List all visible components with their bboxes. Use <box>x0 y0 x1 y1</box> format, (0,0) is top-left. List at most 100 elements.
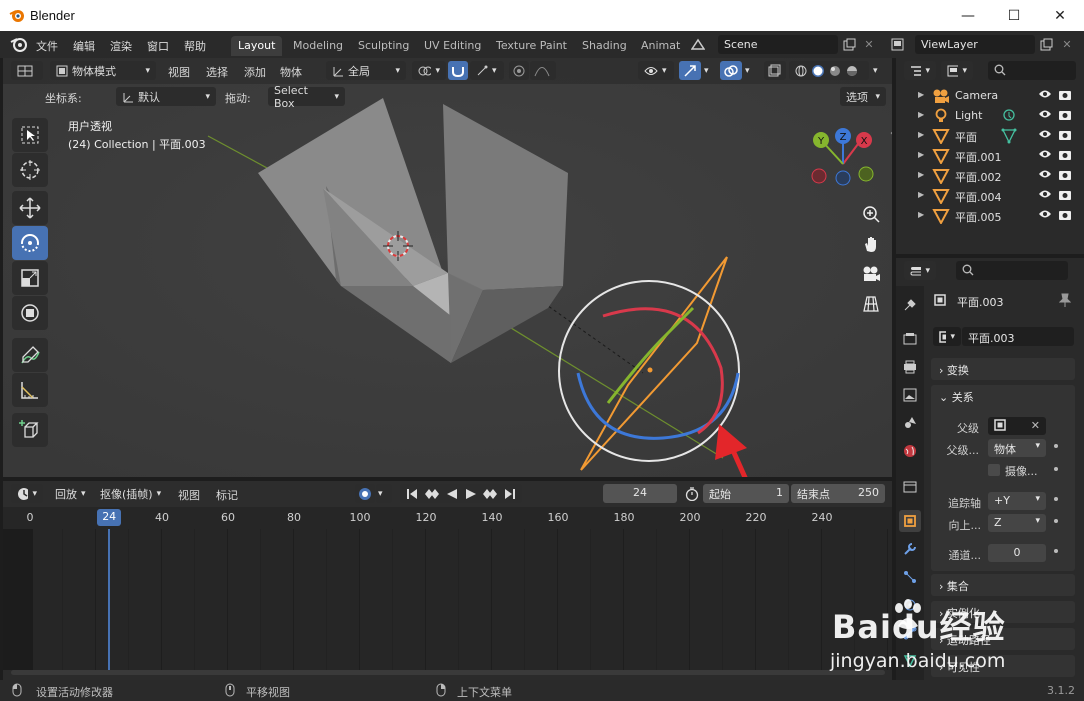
eye-icon[interactable] <box>1038 189 1052 202</box>
scene-icon[interactable] <box>689 35 707 53</box>
keyframe-dot[interactable] <box>1054 467 1058 471</box>
viewport-menu-view[interactable]: 视图 <box>168 64 190 80</box>
rotate-tool[interactable] <box>12 226 48 260</box>
object-tab[interactable] <box>899 510 921 532</box>
outliner-item-camera[interactable]: ▶ Camera <box>896 86 1084 106</box>
collections-panel-header[interactable]: › 集合 <box>939 578 969 594</box>
gizmo-toggle[interactable] <box>679 61 701 80</box>
expand-arrow-icon[interactable]: ▶ <box>918 110 924 119</box>
remove-scene-icon[interactable]: ✕ <box>860 35 878 53</box>
gizmo-neg-y[interactable] <box>858 166 874 182</box>
outliner-item-plane-005[interactable]: ▶ 平面.005 <box>896 206 1084 226</box>
select-box-tool[interactable] <box>12 118 48 152</box>
timeline-menu-marker[interactable]: 标记 <box>216 487 238 503</box>
pass-index-field[interactable]: 0 <box>988 544 1046 562</box>
render-camera-icon[interactable] <box>1058 129 1072 144</box>
expand-arrow-icon[interactable]: ▶ <box>918 170 924 179</box>
up-axis-select[interactable]: Z ▾ <box>988 514 1046 532</box>
gizmo-options[interactable]: ▾ <box>702 61 716 80</box>
properties-search-input[interactable] <box>956 261 1068 280</box>
tab-sculpting[interactable]: Sculpting <box>351 36 416 56</box>
expand-arrow-icon[interactable]: ▶ <box>918 150 924 159</box>
clear-parent-icon[interactable]: ✕ <box>1031 419 1040 432</box>
outliner-item-plane-001[interactable]: ▶ 平面.001 <box>896 146 1084 166</box>
parent-type-select[interactable]: 物体 ▾ <box>988 439 1046 457</box>
render-camera-icon[interactable] <box>1058 89 1072 104</box>
expand-arrow-icon[interactable]: ▶ <box>918 90 924 99</box>
play-reverse-icon[interactable] <box>446 488 458 500</box>
parent-field[interactable]: ✕ <box>988 417 1046 435</box>
tab-uv-editing[interactable]: UV Editing <box>417 36 488 56</box>
3d-viewport[interactable]: 物体模式 ▾ 视图 选择 添加 物体 全局 ▾ ▾ ▾ ▾ ▾ ▾ ▾ 坐标系:… <box>3 58 892 477</box>
visibility-select[interactable]: ▾ <box>638 61 674 80</box>
measure-tool[interactable] <box>12 373 48 407</box>
scene-tab[interactable] <box>899 412 921 434</box>
overlay-options[interactable]: ▾ <box>743 61 757 80</box>
keyframe-dot[interactable] <box>1054 497 1058 501</box>
transform-tool[interactable] <box>12 296 48 330</box>
options-dropdown[interactable]: 选项 ▾ <box>840 87 886 106</box>
eye-icon[interactable] <box>1038 89 1052 102</box>
outliner-item-plane-004[interactable]: ▶ 平面.004 <box>896 186 1084 206</box>
outliner-editor-type[interactable]: ▾ <box>904 61 936 80</box>
world-tab[interactable] <box>899 440 921 462</box>
jump-end-icon[interactable] <box>504 488 516 500</box>
shading-mode-group[interactable] <box>789 61 869 80</box>
start-frame-field[interactable]: 起始 1 <box>703 484 789 503</box>
add-cube-tool[interactable] <box>12 413 48 447</box>
playhead-line[interactable] <box>108 529 111 670</box>
track-axis-select[interactable]: +Y ▾ <box>988 492 1046 510</box>
falloff-select[interactable] <box>530 61 556 80</box>
timeline-body[interactable] <box>3 529 892 670</box>
play-icon[interactable] <box>465 488 477 500</box>
render-camera-icon[interactable] <box>1058 209 1072 224</box>
tab-layout[interactable]: Layout <box>231 36 283 56</box>
collection-tab[interactable] <box>899 476 921 498</box>
overlay-toggle[interactable] <box>720 61 742 80</box>
render-camera-icon[interactable] <box>1058 109 1072 124</box>
playback-menu[interactable]: 回放 ▾ <box>49 484 93 503</box>
keyframe-dot[interactable] <box>1054 444 1058 448</box>
prev-keyframe-icon[interactable] <box>424 488 439 500</box>
pan-button[interactable] <box>858 231 884 257</box>
render-tab[interactable] <box>899 328 921 350</box>
output-tab[interactable] <box>899 356 921 378</box>
timeline-ruler[interactable]: 0 40 60 80 100 120 140 160 180 200 220 240 24 <box>3 507 892 529</box>
coord-system-select[interactable]: 默认 ▾ <box>116 87 216 106</box>
end-frame-field[interactable]: 结束点 250 <box>791 484 885 503</box>
new-scene-icon[interactable] <box>840 35 858 53</box>
navigation-gizmo[interactable]: Y Z X <box>805 124 885 204</box>
timeline-editor-type[interactable]: ▾ <box>11 484 43 503</box>
scale-tool[interactable] <box>12 261 48 295</box>
viewport-menu-object[interactable]: 物体 <box>280 64 302 80</box>
keyframe-dot[interactable] <box>1054 519 1058 523</box>
display-mode-select[interactable]: ▾ <box>941 61 973 80</box>
menu-window[interactable]: 窗口 <box>147 38 169 54</box>
close-button[interactable]: ✕ <box>1037 0 1083 31</box>
tab-shading[interactable]: Shading <box>575 36 634 56</box>
timeline-menu-view[interactable]: 视图 <box>178 487 200 503</box>
tab-texture-paint[interactable]: Texture Paint <box>489 36 574 56</box>
gizmo-neg-z[interactable] <box>835 170 851 186</box>
shading-options[interactable]: ▾ <box>871 61 887 80</box>
outliner-item-light[interactable]: ▶ Light <box>896 106 1084 126</box>
transform-panel-header[interactable]: › 变换 <box>939 362 969 378</box>
menu-edit[interactable]: 编辑 <box>73 38 95 54</box>
relations-panel[interactable]: ⌄ 关系 父级 ✕ 父级... 物体 ▾ 摄像... 追踪轴 +Y ▾ 向上..… <box>931 385 1075 571</box>
particles-tab[interactable] <box>899 566 921 588</box>
outliner-search-input[interactable] <box>988 61 1076 80</box>
jump-start-icon[interactable] <box>406 488 418 500</box>
solid-shading-icon[interactable] <box>812 64 824 77</box>
timeline-scrollbar[interactable] <box>11 670 885 675</box>
outliner-item-plane[interactable]: ▶ 平面 <box>896 126 1084 146</box>
eye-icon[interactable] <box>1038 209 1052 222</box>
editor-type-button[interactable] <box>11 61 43 80</box>
maximize-button[interactable]: ☐ <box>991 0 1037 31</box>
stopwatch-icon[interactable] <box>683 485 701 503</box>
eye-icon[interactable] <box>1038 129 1052 142</box>
collections-panel[interactable]: › 集合 <box>931 574 1075 596</box>
remove-view-layer-icon[interactable]: ✕ <box>1058 35 1076 53</box>
properties-editor-type[interactable]: ▾ <box>904 261 936 280</box>
transform-orientation-select[interactable]: 全局 ▾ <box>326 61 406 80</box>
minimize-button[interactable]: — <box>945 0 991 31</box>
